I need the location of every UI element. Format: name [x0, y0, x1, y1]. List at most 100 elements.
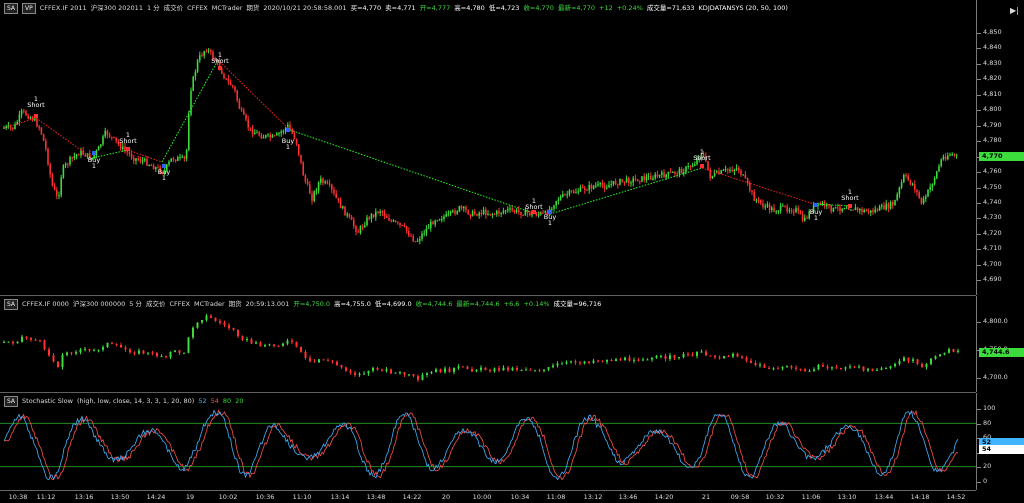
candle-body-2 — [471, 369, 473, 372]
candle-body — [936, 171, 938, 179]
candle-body — [938, 166, 940, 172]
candle-body-2 — [264, 345, 266, 347]
candle-body — [872, 210, 874, 213]
candle-body-2 — [777, 368, 779, 370]
candle-body-2 — [412, 374, 415, 377]
candle-body-2 — [916, 359, 919, 364]
candle-body — [337, 197, 340, 201]
secondary-chart-pane[interactable]: SA CFFEX.IF 0000 沪深300 000000 5 分 成交价 CF… — [0, 296, 1024, 392]
candle-body — [256, 132, 258, 134]
candle-body — [62, 165, 65, 178]
candle-body — [240, 108, 243, 111]
candle-body — [650, 176, 652, 180]
candle-body — [311, 193, 313, 201]
candle-body — [795, 208, 797, 213]
candle-body — [564, 194, 566, 196]
candle-body — [412, 236, 414, 242]
candle-body-2 — [61, 354, 64, 367]
candle-body — [707, 161, 709, 170]
candle-body — [357, 231, 359, 233]
candle-body-2 — [286, 340, 289, 344]
candle-body-2 — [552, 365, 554, 368]
candle-body — [867, 211, 870, 213]
candle-body-2 — [354, 372, 356, 375]
candle-body-2 — [322, 359, 325, 361]
candle-body-2 — [214, 317, 217, 321]
candle-body-2 — [489, 370, 491, 372]
candle-body — [592, 185, 595, 189]
candle-body-2 — [376, 367, 379, 370]
candle-body-2 — [664, 355, 667, 360]
candle-body — [678, 168, 681, 174]
candle-body — [262, 137, 265, 139]
candle-body — [680, 168, 683, 174]
candle-body — [654, 174, 656, 179]
candle-body-2 — [723, 356, 725, 359]
candle-body — [320, 178, 322, 183]
candle-body-2 — [921, 363, 923, 368]
candle-body — [493, 214, 496, 216]
candle-body-2 — [876, 369, 878, 371]
candle-body — [914, 184, 916, 190]
stochastic-axis-tick: 20 — [976, 462, 992, 470]
candle-body — [34, 118, 36, 121]
candle-body-2 — [390, 369, 392, 374]
candle-body-2 — [849, 366, 851, 368]
candle-body — [144, 158, 146, 161]
candle-body-2 — [115, 343, 118, 345]
candle-body — [878, 206, 881, 211]
candle-body — [84, 154, 87, 157]
candle-body-2 — [309, 357, 311, 362]
candle-body — [249, 127, 252, 129]
candle-body — [832, 207, 835, 212]
candle-body — [188, 114, 190, 150]
candle-body-2 — [907, 357, 910, 361]
candle-body-2 — [939, 354, 941, 357]
candle-body — [801, 214, 804, 221]
candle-body-2 — [700, 351, 703, 353]
time-label: 14:22 — [402, 493, 422, 501]
candle-body-2 — [808, 370, 811, 372]
price-axis-tick: 4,780 — [977, 136, 1002, 145]
candle-body — [577, 191, 579, 193]
candle-body — [491, 214, 494, 216]
candle-body-2 — [160, 356, 163, 358]
candle-body-2 — [75, 352, 77, 354]
candle-body — [430, 221, 432, 228]
candle-body-2 — [345, 367, 347, 371]
candle-body — [573, 191, 575, 194]
candle-body — [324, 181, 326, 183]
candle-body-2 — [912, 359, 914, 361]
candle-body-2 — [79, 349, 82, 353]
candle-body — [632, 178, 634, 183]
candle-body-2 — [835, 367, 838, 369]
candle-body — [733, 169, 736, 172]
stochastic-pane[interactable]: SA Stochastic Slow (high, low, close, 14… — [0, 393, 1024, 490]
candle-body — [78, 154, 80, 156]
candle-body — [617, 184, 619, 186]
candle-body — [130, 153, 133, 158]
candle-body-2 — [588, 361, 590, 363]
candle-body — [830, 204, 832, 212]
candle-body — [148, 164, 150, 166]
candle-body — [465, 206, 467, 211]
candle-body-2 — [444, 368, 446, 373]
candle-body — [911, 184, 914, 186]
candle-body — [401, 225, 403, 227]
price-axis-tick: 4,690 — [977, 275, 1002, 284]
stoch-k-line — [3, 409, 959, 481]
price-chart-pane[interactable]: SA VP CFFEX.IF 2011 沪深300 202011 1 分 成交价… — [0, 0, 1024, 295]
candle-body — [841, 208, 843, 211]
stochastic-axis: 1008060402005254 — [976, 393, 1024, 490]
candle-body — [38, 126, 40, 128]
candle-body — [205, 51, 208, 53]
candle-body — [36, 118, 38, 127]
candle-body-2 — [462, 366, 464, 368]
candle-body — [210, 50, 212, 52]
time-label: 11:08 — [546, 493, 566, 501]
candle-body — [399, 222, 401, 226]
candle-body-2 — [120, 344, 122, 348]
candle-body-2 — [453, 367, 455, 372]
candle-body — [333, 189, 335, 194]
candle-body-2 — [138, 350, 140, 354]
